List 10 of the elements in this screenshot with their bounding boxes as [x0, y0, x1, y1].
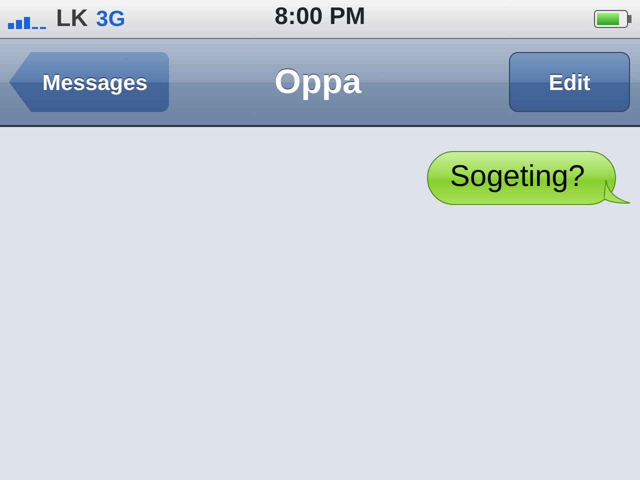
- edit-button[interactable]: Edit: [509, 52, 630, 112]
- network-type: 3G: [96, 8, 126, 30]
- back-button[interactable]: Messages: [9, 52, 169, 112]
- signal-icon: [8, 15, 48, 29]
- conversation-title: Oppa: [274, 62, 362, 102]
- bubble-tail: [604, 179, 632, 205]
- carrier-name: LK: [56, 7, 88, 31]
- message-bubble: Sogeting?: [426, 151, 616, 205]
- status-time: 8:00 PM: [274, 5, 366, 29]
- battery-icon: [594, 10, 632, 28]
